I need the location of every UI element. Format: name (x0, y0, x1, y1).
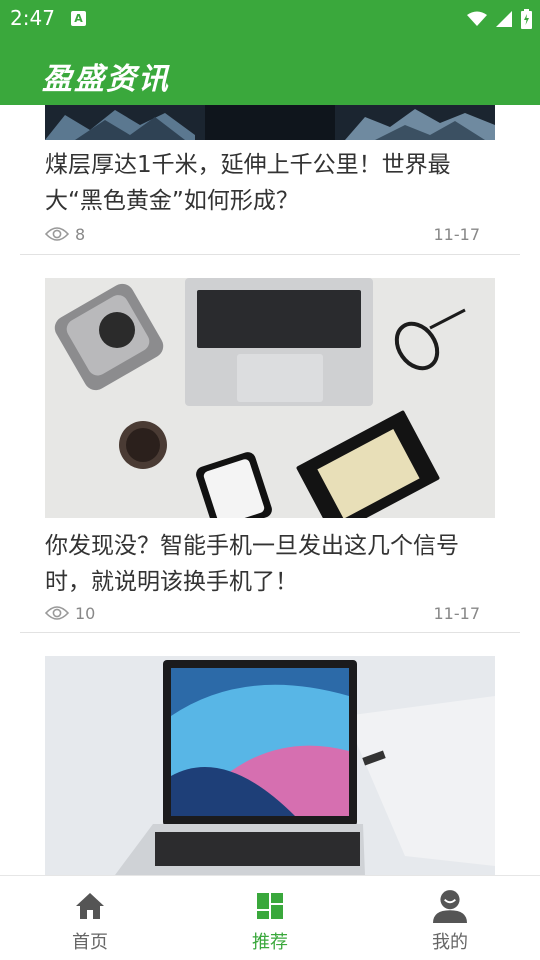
profile-icon (433, 890, 467, 923)
eye-icon (45, 606, 69, 620)
app-title: 盈盛资讯 (42, 62, 170, 97)
article-meta: 10 11-17 (45, 602, 480, 626)
status-bar: 2:47 A (0, 0, 540, 38)
app-bar: 盈盛资讯 (0, 38, 540, 105)
article-title[interactable]: 煤层厚达1千米，延伸上千公里！世界最大“黑色黄金”如何形成？ (45, 147, 485, 219)
article-date: 11-17 (433, 604, 481, 623)
battery-icon (521, 9, 532, 29)
status-indicators (467, 8, 532, 30)
article-title[interactable]: 你发现没？智能手机一旦发出这几个信号时，就说明该换手机了！ (45, 528, 485, 600)
status-time: 2:47 (10, 6, 55, 30)
article-image-coal (45, 105, 495, 140)
article-card[interactable]: 你发现没？智能手机一旦发出这几个信号时，就说明该换手机了！ 10 11-17 (20, 255, 520, 633)
home-icon (76, 893, 104, 919)
view-count: 8 (75, 225, 86, 244)
app-notification-icon: A (71, 11, 86, 26)
article-card[interactable]: 煤层厚达1千米，延伸上千公里！世界最大“黑色黄金”如何形成？ 8 11-17 (20, 105, 520, 255)
article-card[interactable] (20, 633, 520, 875)
nav-home[interactable]: 首页 (0, 876, 180, 960)
nav-profile-label: 我的 (432, 932, 468, 953)
signal-icon (496, 11, 512, 27)
article-date: 11-17 (433, 225, 481, 244)
view-count: 10 (75, 604, 96, 623)
wifi-icon (467, 11, 487, 26)
nav-recommend-label: 推荐 (252, 932, 288, 953)
eye-icon (45, 227, 69, 241)
bottom-navigation: 首页 推荐 我的 (0, 875, 540, 960)
news-feed[interactable]: 煤层厚达1千米，延伸上千公里！世界最大“黑色黄金”如何形成？ 8 11-17 你… (0, 105, 540, 875)
article-image-laptop (45, 656, 495, 875)
nav-profile[interactable]: 我的 (360, 876, 540, 960)
nav-recommend[interactable]: 推荐 (180, 876, 360, 960)
article-image-desk (45, 278, 495, 518)
nav-home-label: 首页 (72, 932, 108, 953)
grid-icon (257, 893, 283, 919)
article-meta: 8 11-17 (45, 223, 480, 247)
